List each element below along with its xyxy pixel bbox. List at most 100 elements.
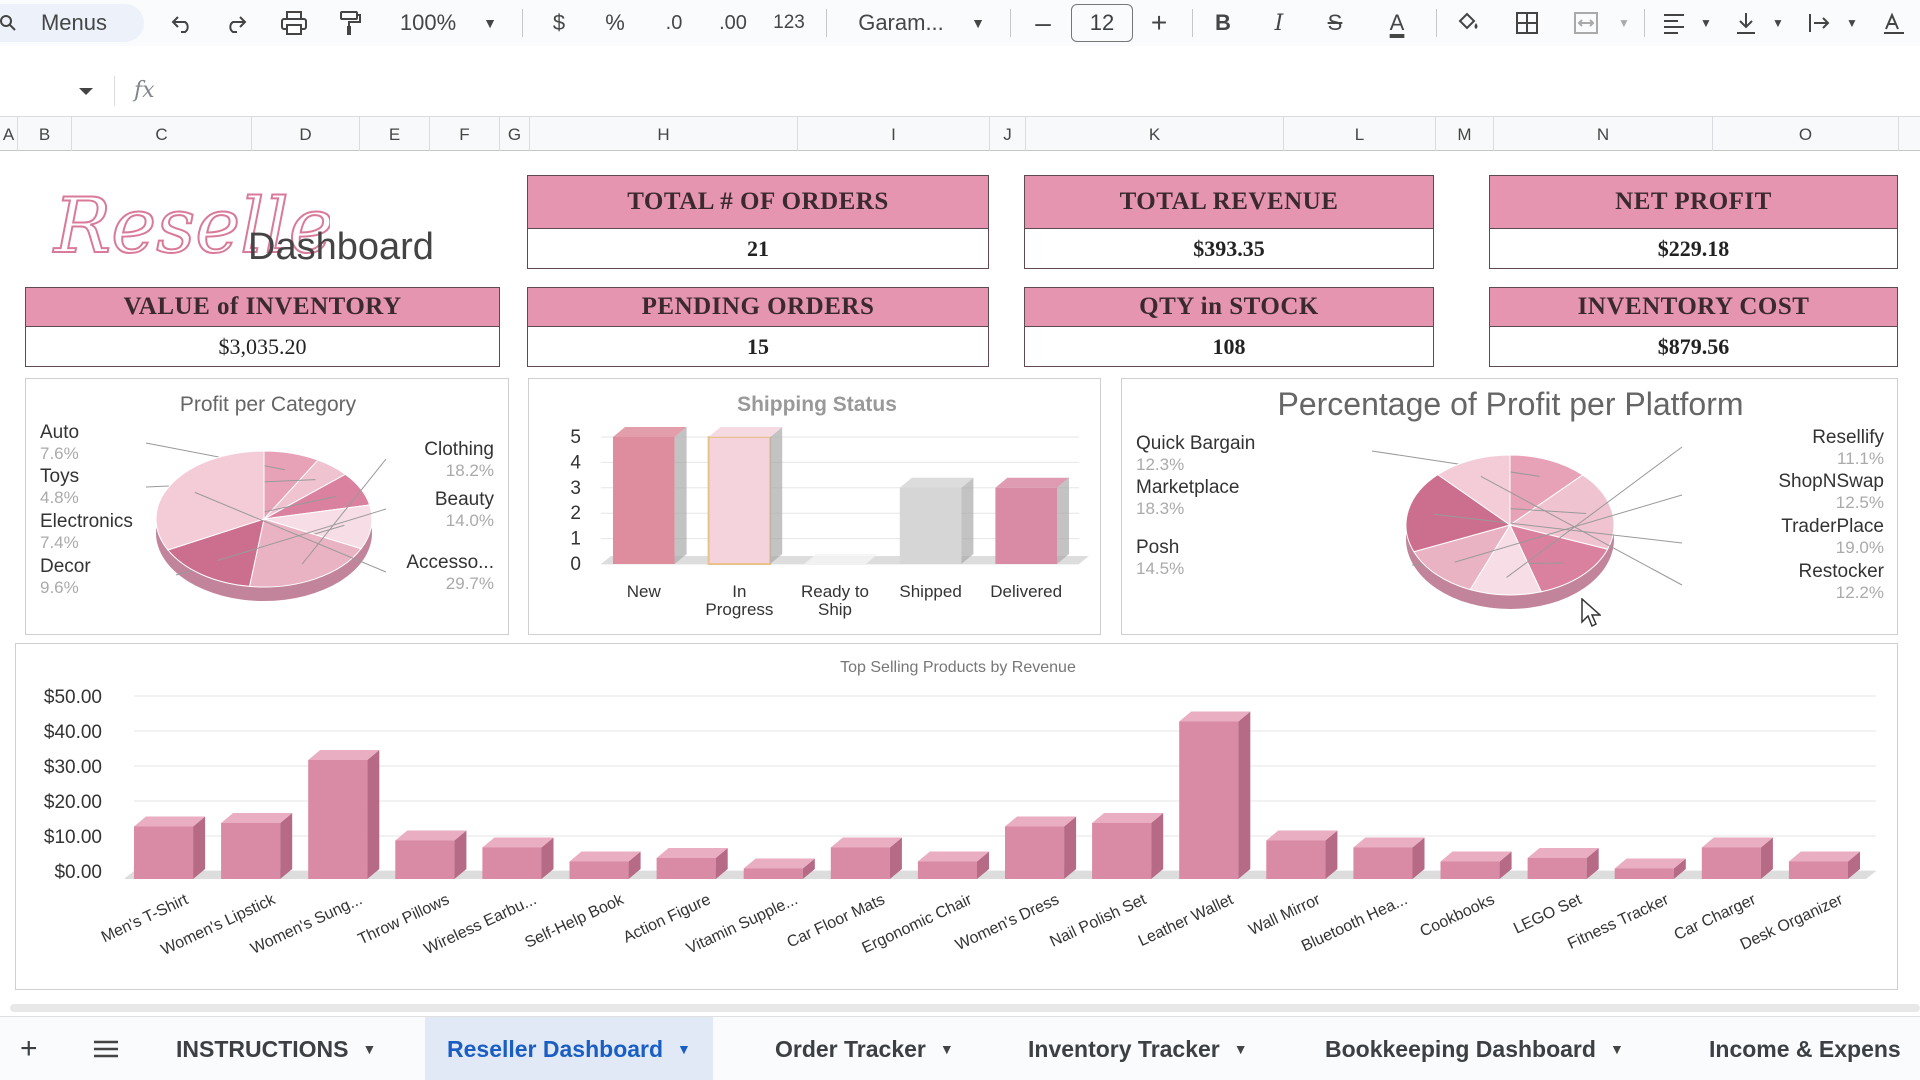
increase-font-size-button[interactable]: + — [1142, 6, 1176, 40]
pie-label: Posh — [1136, 537, 1179, 558]
tab-instructions[interactable]: INSTRUCTIONS ▼ — [156, 1017, 396, 1080]
pie-pct: 18.3% — [1136, 499, 1184, 518]
pie-label: Restocker — [1798, 561, 1884, 582]
product-bar — [221, 813, 293, 879]
align-left-icon[interactable] — [1656, 6, 1692, 40]
chevron-down-icon[interactable]: ▼ — [363, 1041, 377, 1057]
text-wrap-icon[interactable] — [1802, 6, 1838, 40]
chevron-down-icon[interactable]: ▼ — [1610, 1041, 1624, 1057]
pie-pct: 29.7% — [446, 574, 494, 593]
y-tick-label: $50.00 — [44, 687, 102, 708]
column-header-c[interactable]: C — [72, 117, 252, 152]
borders-icon[interactable] — [1510, 6, 1544, 40]
column-header-k[interactable]: K — [1026, 117, 1284, 152]
pie-label: Electronics — [40, 511, 133, 532]
shipping-bar — [707, 427, 783, 565]
horizontal-scrollbar[interactable] — [10, 1004, 1920, 1012]
add-sheet-icon[interactable]: + — [20, 1017, 50, 1080]
column-header-l[interactable]: L — [1284, 117, 1436, 152]
fill-color-icon[interactable] — [1452, 6, 1486, 40]
column-header-i[interactable]: I — [798, 117, 990, 152]
text-rotation-icon[interactable] — [1876, 6, 1912, 40]
percent-format-button[interactable]: % — [598, 6, 632, 40]
menus-label[interactable]: Menus — [34, 6, 114, 40]
pie-label: Beauty — [435, 489, 495, 510]
y-tick-label: 2 — [570, 503, 581, 524]
sheet-tabs-bar: + INSTRUCTIONS ▼ Reseller Dashboard ▼ Orde… — [0, 1016, 1920, 1080]
font-family-select[interactable]: Garam... — [846, 6, 956, 40]
bar-chart-shipping: Shipping Status 5 4 3 2 1 0 New InProgress Ready … — [570, 393, 1089, 619]
redo-icon[interactable] — [218, 6, 254, 40]
font-size-input[interactable]: 12 — [1071, 4, 1133, 42]
tab-inventory-tracker[interactable]: Inventory Tracker ▼ — [1008, 1017, 1268, 1080]
formula-divider — [114, 76, 115, 106]
chevron-down-icon[interactable]: ▼ — [1768, 6, 1788, 40]
column-header-o[interactable]: O — [1713, 117, 1899, 152]
column-header-e[interactable]: E — [360, 117, 430, 152]
all-sheets-icon[interactable] — [92, 1017, 122, 1080]
chevron-down-icon[interactable]: ▼ — [1614, 6, 1634, 40]
name-box-dropdown-icon[interactable] — [78, 84, 94, 102]
y-tick-label: $10.00 — [44, 827, 102, 848]
chart-shipping-status[interactable]: Shipping Status 5 4 3 2 1 0 New In Progress Ready … — [528, 378, 1101, 635]
search-icon — [0, 6, 18, 40]
kpi-value: $3,035.20 — [25, 327, 500, 367]
product-bar — [1440, 851, 1512, 879]
strikethrough-button[interactable]: S — [1318, 6, 1352, 40]
undo-icon[interactable] — [164, 6, 200, 40]
decrease-font-size-button[interactable]: – — [1026, 6, 1060, 40]
tab-order-tracker[interactable]: Order Tracker ▼ — [755, 1017, 974, 1080]
text-color-button[interactable]: A — [1374, 6, 1420, 40]
kpi-qty-in-stock[interactable]: QTY in STOCK 108 — [1024, 287, 1434, 367]
chevron-down-icon[interactable]: ▼ — [940, 1041, 954, 1057]
bold-button[interactable]: B — [1206, 6, 1240, 40]
chart-profit-per-platform[interactable]: Percentage of Profit per Platform Quick B… — [1121, 378, 1898, 635]
tab-income-expenses[interactable]: Income & Expens — [1689, 1017, 1920, 1080]
print-icon[interactable] — [274, 6, 314, 40]
column-header-a[interactable]: A — [0, 117, 18, 152]
kpi-total-orders[interactable]: TOTAL # OF ORDERS 21 — [527, 175, 989, 269]
tab-bookkeeping-dashboard[interactable]: Bookkeeping Dashboard ▼ — [1305, 1017, 1644, 1080]
kpi-value-of-inventory[interactable]: VALUE of INVENTORY $3,035.20 — [25, 287, 500, 367]
y-tick-label: $20.00 — [44, 792, 102, 813]
chart-title: Profit per Category — [180, 393, 357, 416]
paint-format-icon[interactable] — [332, 6, 368, 40]
column-headers: ABCDEFGHIJKLMNO — [0, 116, 1920, 152]
kpi-pending-orders[interactable]: PENDING ORDERS 15 — [527, 287, 989, 367]
column-header-f[interactable]: F — [430, 117, 500, 152]
column-header-g[interactable]: G — [500, 117, 530, 152]
column-header-h[interactable]: H — [530, 117, 798, 152]
currency-format-button[interactable]: $ — [542, 6, 576, 40]
y-tick-label: 4 — [570, 452, 581, 473]
italic-button[interactable]: I — [1262, 6, 1296, 40]
chevron-down-icon[interactable]: ▼ — [478, 6, 502, 40]
column-header-d[interactable]: D — [252, 117, 360, 152]
pie-label: Quick Bargain — [1136, 433, 1255, 454]
vertical-align-icon[interactable] — [1728, 6, 1764, 40]
decrease-decimal-button[interactable]: .0 — [652, 6, 696, 40]
formula-bar[interactable] — [0, 72, 1920, 112]
chevron-down-icon[interactable]: ▼ — [677, 1041, 691, 1057]
chevron-down-icon[interactable]: ▼ — [1842, 6, 1862, 40]
kpi-inventory-cost[interactable]: INVENTORY COST $879.56 — [1489, 287, 1898, 367]
chart-profit-per-category[interactable]: Profit per Category Auto 7.6% Toys 4.8% Elect… — [25, 378, 509, 635]
tab-label: INSTRUCTIONS — [176, 1035, 349, 1062]
pie-pct: 9.6% — [40, 578, 79, 597]
number-format-button[interactable]: 123 — [768, 6, 810, 40]
tab-reseller-dashboard[interactable]: Reseller Dashboard ▼ — [425, 1017, 713, 1080]
kpi-total-revenue[interactable]: TOTAL REVENUE $393.35 — [1024, 175, 1434, 269]
column-header-m[interactable]: M — [1436, 117, 1494, 152]
x-tick-label: Shipped — [899, 582, 961, 601]
kpi-net-profit[interactable]: NET PROFIT $229.18 — [1489, 175, 1898, 269]
toolbar-divider — [1644, 9, 1645, 37]
zoom-select[interactable]: 100% — [388, 6, 468, 40]
chevron-down-icon[interactable]: ▼ — [1696, 6, 1716, 40]
chevron-down-icon[interactable]: ▼ — [1234, 1041, 1248, 1057]
column-header-b[interactable]: B — [18, 117, 72, 152]
column-header-n[interactable]: N — [1494, 117, 1713, 152]
merge-cells-icon[interactable] — [1568, 6, 1604, 40]
chevron-down-icon[interactable]: ▼ — [966, 6, 990, 40]
increase-decimal-button[interactable]: .00 — [708, 6, 758, 40]
column-header-j[interactable]: J — [990, 117, 1026, 152]
chart-top-selling-products[interactable]: Top Selling Products by Revenue $50.00 $40… — [15, 643, 1898, 990]
